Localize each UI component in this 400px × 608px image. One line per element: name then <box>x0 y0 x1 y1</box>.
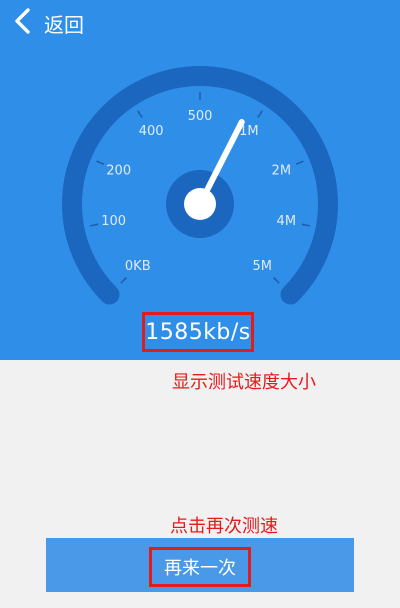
gauge-tick <box>137 110 143 118</box>
gauge-tick <box>257 110 263 118</box>
gauge-tick-label: 5M <box>252 259 272 274</box>
gauge-tick <box>301 223 311 227</box>
gauge-hub-center <box>184 188 216 220</box>
chevron-left-icon[interactable] <box>8 6 38 36</box>
gauge-tick-label: 100 <box>101 214 126 229</box>
gauge-tick-label: 2M <box>272 163 292 178</box>
gauge-tick-label: 400 <box>139 124 164 139</box>
speed-value: 1585kb/s <box>145 319 251 345</box>
gauge-tick-label: 500 <box>188 109 213 124</box>
title-bar: 返回 <box>0 0 400 44</box>
gauge-tick <box>89 223 99 227</box>
retry-annotation: 点击再次测速 <box>170 516 278 537</box>
gauge-tick <box>96 160 105 165</box>
back-label[interactable]: 返回 <box>44 9 84 38</box>
speed-annotation: 显示测试速度大小 <box>172 372 316 393</box>
gauge-tick-label: 0KB <box>125 259 151 274</box>
speed-readout-highlight: 1585kb/s <box>142 312 254 352</box>
gauge-tick <box>120 276 128 284</box>
gauge-tick <box>295 160 304 165</box>
speed-gauge-panel: 0KB 100 200 400 500 1M 2M 4M 5M 1585kb/s <box>0 44 400 360</box>
gauge-tick-label: 200 <box>106 163 131 178</box>
gauge-tick <box>272 276 280 284</box>
gauge-tick-label: 4M <box>277 214 297 229</box>
retry-button[interactable]: 再来一次 <box>149 547 251 587</box>
